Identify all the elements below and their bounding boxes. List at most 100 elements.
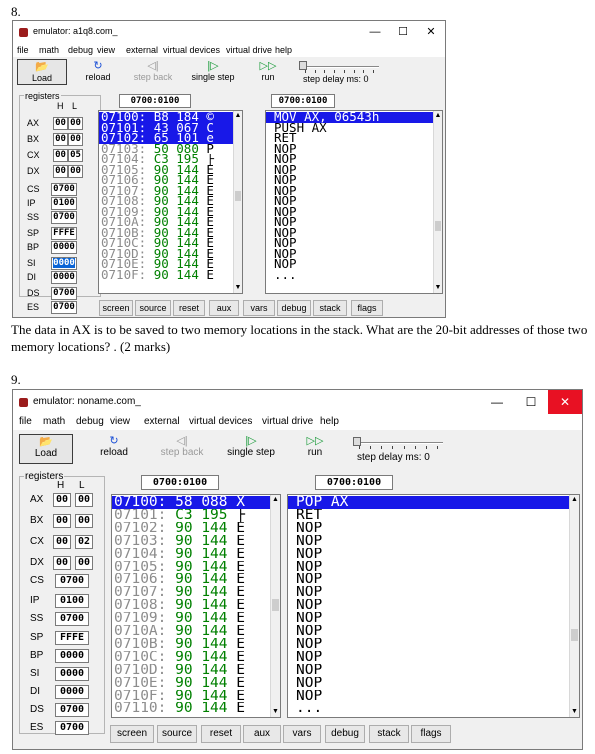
disassembly-row[interactable]: NOP (288, 690, 569, 703)
disassembly-row[interactable]: NOP (266, 259, 433, 270)
step-delay-slider[interactable] (299, 61, 379, 73)
slider-thumb[interactable] (299, 61, 307, 70)
register-dx-high[interactable]: 00 (53, 165, 68, 178)
menu-math[interactable]: math (39, 45, 59, 55)
register-ax-high[interactable]: 00 (53, 493, 71, 507)
menu-help[interactable]: help (320, 416, 339, 427)
maximize-icon[interactable]: ☐ (514, 390, 548, 414)
disassembly-list[interactable]: POP AX RET NOP NOP NOP NOP NOP NOP NOP NOP NOP NOP N… (287, 494, 580, 718)
disassembly-row[interactable]: NOP (266, 154, 433, 165)
scroll-up-icon[interactable]: ▲ (434, 111, 442, 121)
memory-scrollbar[interactable]: ▲ ▼ (233, 111, 242, 293)
step-back-button[interactable]: ◁| step back (125, 59, 181, 85)
vars-button[interactable]: vars (243, 300, 275, 316)
scroll-down-icon[interactable]: ▼ (271, 707, 280, 717)
register-dx-high[interactable]: 00 (53, 556, 71, 570)
disassembly-row[interactable]: NOP (288, 548, 569, 561)
memory-row[interactable]: 07110: 90 144 É (112, 702, 270, 715)
memory-row[interactable]: 0710B: 90 144 É (99, 228, 233, 239)
memory-row[interactable]: 0710F: 90 144 É (112, 690, 270, 703)
memory-list[interactable]: 07100: B8 184 © 07101: 43 067 C 07102: 65 … (98, 110, 243, 294)
menu-view[interactable]: view (97, 45, 115, 55)
disassembly-row[interactable]: NOP (288, 651, 569, 664)
disassembly-row[interactable]: NOP (266, 165, 433, 176)
menu-external[interactable]: external (144, 416, 180, 427)
register-sp-value[interactable]: FFFE (51, 227, 77, 240)
run-button[interactable]: ▷▷ run (289, 434, 341, 464)
memory-row[interactable]: 0710D: 90 144 É (112, 664, 270, 677)
disassembly-row[interactable]: NOP (266, 249, 433, 260)
disassembly-row[interactable]: NOP (266, 228, 433, 239)
single-step-button[interactable]: |▷ single step (185, 59, 241, 85)
memory-row[interactable]: 0710C: 90 144 É (99, 238, 233, 249)
scroll-down-icon[interactable]: ▼ (234, 283, 242, 293)
register-di-value[interactable]: 0000 (51, 271, 77, 284)
register-es-value[interactable]: 0700 (51, 301, 77, 314)
reset-button[interactable]: reset (201, 725, 241, 743)
disassembly-row[interactable]: RET (266, 133, 433, 144)
memory-row[interactable]: 07109: 90 144 É (99, 207, 233, 218)
step-delay-slider[interactable] (353, 437, 443, 449)
disassembly-row[interactable]: NOP (288, 535, 569, 548)
disassembly-scrollbar[interactable]: ▲ ▼ (433, 111, 442, 293)
screen-button[interactable]: screen (110, 725, 154, 743)
slider-thumb[interactable] (353, 437, 361, 446)
minimize-icon[interactable]: — (361, 21, 389, 43)
source-button[interactable]: source (135, 300, 171, 316)
disassembly-row[interactable]: NOP (266, 196, 433, 207)
screen-button[interactable]: screen (99, 300, 133, 316)
memory-row[interactable]: 0710E: 90 144 É (112, 677, 270, 690)
memory-row[interactable]: 07107: 90 144 É (112, 586, 270, 599)
register-ax-high[interactable]: 00 (53, 117, 68, 130)
register-es-value[interactable]: 0700 (55, 721, 89, 735)
menu-view[interactable]: view (110, 416, 130, 427)
scroll-thumb[interactable] (435, 221, 441, 231)
menu-virtual-devices[interactable]: virtual devices (163, 45, 220, 55)
flags-button[interactable]: flags (351, 300, 383, 316)
run-button[interactable]: ▷▷ run (245, 59, 291, 85)
disassembly-row[interactable]: POP AX (288, 496, 569, 509)
register-ip-value[interactable]: 0100 (51, 197, 77, 210)
disassembly-row[interactable]: NOP (266, 217, 433, 228)
disassembly-row[interactable]: ... (288, 702, 569, 715)
memory-row[interactable]: 0710A: 90 144 É (99, 217, 233, 228)
load-button[interactable]: 📂 Load (17, 59, 67, 85)
memory-scrollbar[interactable]: ▲ ▼ (270, 495, 280, 717)
reload-button[interactable]: ↻ reload (89, 434, 139, 464)
register-si-value[interactable]: 0000 (55, 667, 89, 681)
menu-virtual-devices[interactable]: virtual devices (189, 416, 252, 427)
disassembly-row[interactable]: RET (288, 509, 569, 522)
register-bx-low[interactable]: 00 (75, 514, 93, 528)
close-icon[interactable]: ✕ (548, 390, 582, 414)
scroll-down-icon[interactable]: ▼ (434, 283, 442, 293)
memory-row[interactable]: 07106: 90 144 É (99, 175, 233, 186)
menu-virtual-drive[interactable]: virtual drive (226, 45, 272, 55)
disassembly-row[interactable]: NOP (288, 522, 569, 535)
disassembly-row[interactable]: NOP (288, 638, 569, 651)
memory-row[interactable]: 07104: 90 144 É (112, 548, 270, 561)
memory-row[interactable]: 0710A: 90 144 É (112, 625, 270, 638)
stack-button[interactable]: stack (313, 300, 347, 316)
disassembly-row[interactable]: NOP (288, 561, 569, 574)
memory-address-input[interactable]: 0700:0100 (119, 94, 191, 108)
register-di-value[interactable]: 0000 (55, 685, 89, 699)
memory-row[interactable]: 07108: 90 144 É (99, 196, 233, 207)
minimize-icon[interactable]: — (480, 390, 514, 414)
register-dx-low[interactable]: 00 (68, 165, 83, 178)
menu-help[interactable]: help (275, 45, 292, 55)
memory-row[interactable]: 07100: 58 088 X (112, 496, 270, 509)
source-button[interactable]: source (157, 725, 197, 743)
debug-button[interactable]: debug (277, 300, 311, 316)
register-bp-value[interactable]: 0000 (55, 649, 89, 663)
memory-row[interactable]: 07105: 90 144 É (99, 165, 233, 176)
disassembly-row[interactable]: NOP (288, 612, 569, 625)
memory-row[interactable]: 07107: 90 144 É (99, 186, 233, 197)
register-cs-value[interactable]: 0700 (55, 574, 89, 588)
scroll-up-icon[interactable]: ▲ (570, 495, 579, 505)
disassembly-row[interactable]: NOP (266, 186, 433, 197)
reload-button[interactable]: ↻ reload (75, 59, 121, 85)
memory-row[interactable]: 07109: 90 144 É (112, 612, 270, 625)
disassembly-row[interactable]: NOP (288, 599, 569, 612)
memory-row[interactable]: 07105: 90 144 É (112, 561, 270, 574)
register-bp-value[interactable]: 0000 (51, 241, 77, 254)
